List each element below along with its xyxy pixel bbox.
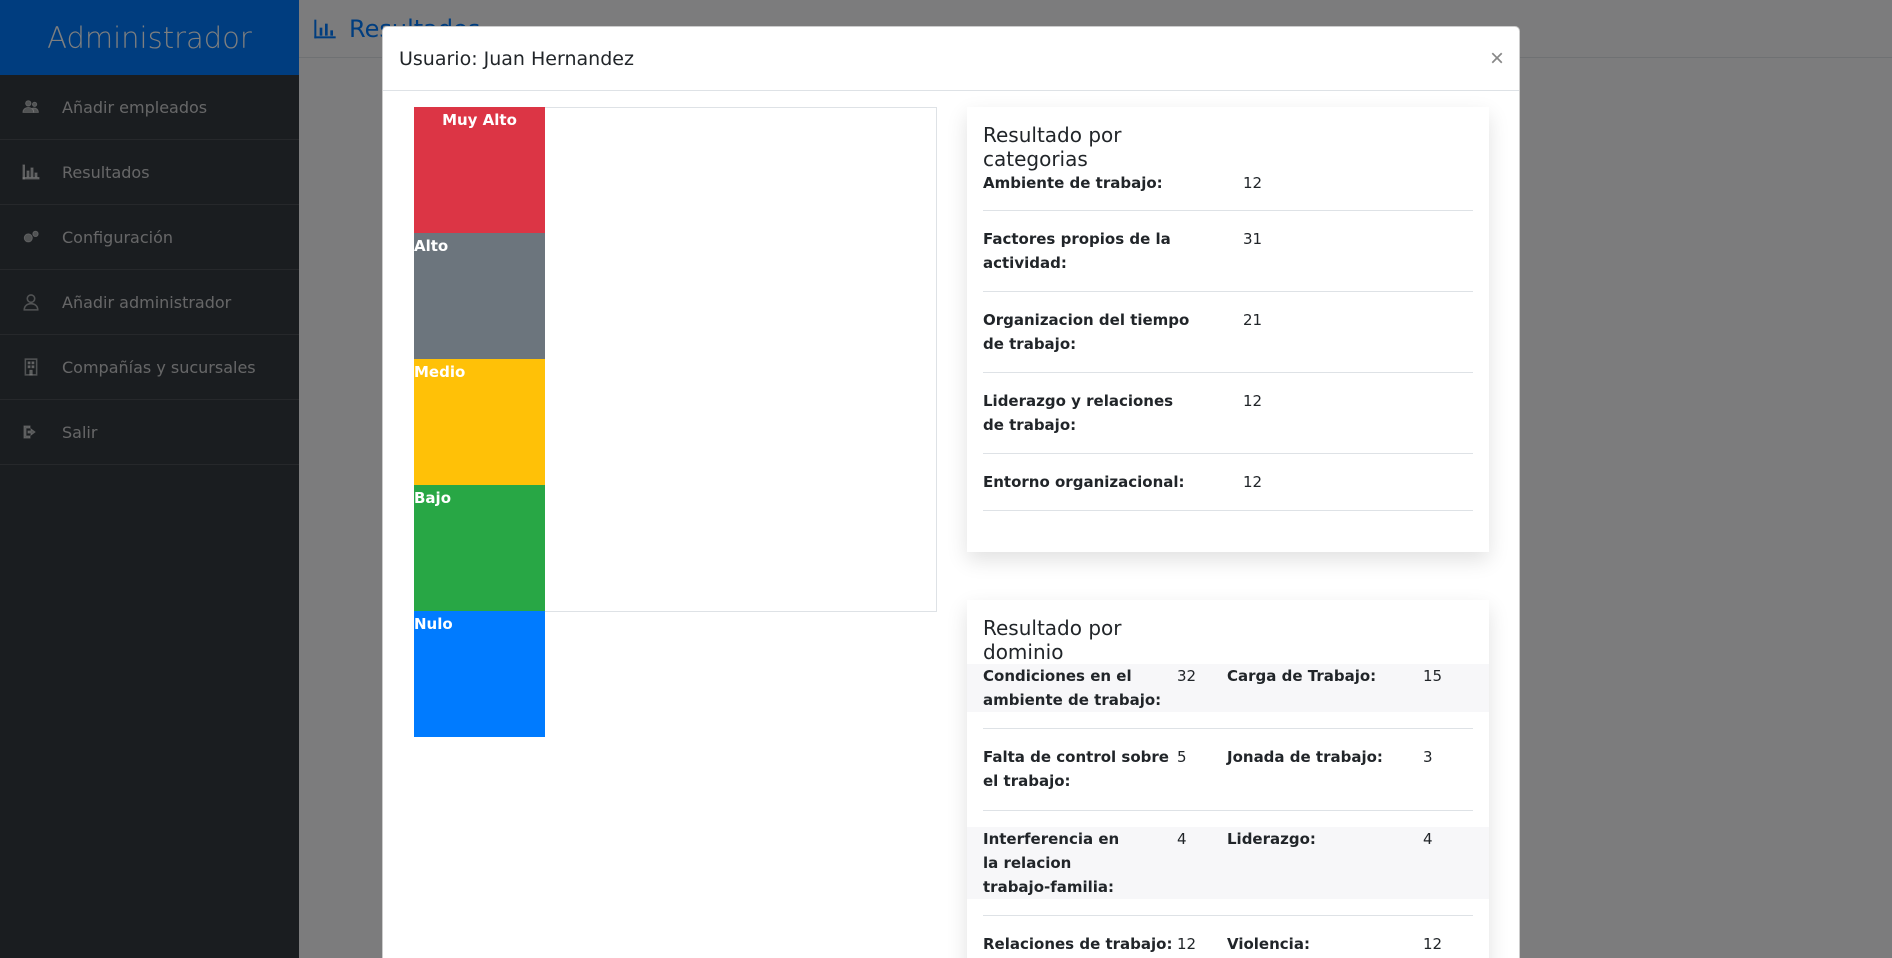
domain-label: Falta de control sobre el trabajo:: [983, 748, 1169, 790]
domain-value: 5: [1177, 748, 1187, 766]
level-label: Medio: [414, 363, 466, 381]
level-label: Nulo: [414, 615, 453, 633]
category-label: Organizacion del tiempo de trabajo:: [983, 311, 1190, 353]
level-muy-alto: Muy Alto: [414, 107, 545, 233]
domain-value: 12: [1423, 935, 1443, 953]
domain-label: Jonada de trabajo:: [1227, 748, 1383, 766]
domain-value: 4: [1423, 830, 1433, 848]
domain-label: Liderazgo:: [1227, 830, 1316, 848]
category-value: 31: [1243, 230, 1263, 248]
category-row: Entorno organizacional: 12: [983, 454, 1473, 511]
domain-value: 15: [1423, 667, 1443, 685]
domain-value: 12: [1177, 935, 1197, 953]
category-row: Factores propios de la actividad: 31: [983, 211, 1473, 292]
card-title: Resultado por categorias: [983, 123, 1122, 171]
category-value: 12: [1243, 174, 1263, 192]
domain-label: Relaciones de trabajo:: [983, 935, 1173, 953]
categories-card: Resultado por categorias Ambiente de tra…: [967, 107, 1489, 552]
user-results-modal: Usuario: Juan Hernandez × Muy Alto Alto …: [382, 26, 1520, 958]
level-nulo: Nulo: [414, 611, 545, 737]
category-label: Liderazgo y relaciones de trabajo:: [983, 392, 1174, 434]
category-row: Organizacion del tiempo de trabajo: 21: [983, 292, 1473, 373]
level-label: Muy Alto: [442, 111, 517, 129]
domain-value: 32: [1177, 667, 1197, 685]
domains-card: Resultado por dominio Condiciones en el …: [967, 600, 1489, 958]
domain-row: Falta de control sobre el trabajo: 5 Jon…: [967, 729, 1489, 810]
domain-row: Relaciones de trabajo: 12 Violencia: 12: [967, 916, 1489, 956]
category-label: Factores propios de la actividad:: [983, 230, 1171, 272]
domain-label: Interferencia en la relacion trabajo-fam…: [983, 830, 1120, 896]
category-value: 21: [1243, 311, 1263, 329]
category-label: Ambiente de trabajo:: [983, 174, 1163, 192]
domain-row: Interferencia en la relacion trabajo-fam…: [967, 827, 1489, 899]
level-alto: Alto: [414, 233, 545, 359]
domain-value: 4: [1177, 830, 1187, 848]
domain-row: Condiciones en el ambiente de trabajo: 3…: [967, 664, 1489, 712]
close-button[interactable]: ×: [1490, 46, 1504, 71]
modal-title: Usuario: Juan Hernandez: [399, 47, 634, 70]
domain-value: 3: [1423, 748, 1433, 766]
domain-label: Condiciones en el ambiente de trabajo:: [983, 667, 1162, 709]
category-value: 12: [1243, 392, 1263, 410]
level-label: Alto: [414, 237, 449, 255]
domain-label: Carga de Trabajo:: [1227, 667, 1377, 685]
level-bajo: Bajo: [414, 485, 545, 611]
category-row: Ambiente de trabajo: 12: [983, 171, 1473, 211]
level-label: Bajo: [414, 489, 452, 507]
category-label: Entorno organizacional:: [983, 473, 1185, 491]
category-row: Liderazgo y relaciones de trabajo: 12: [983, 373, 1473, 454]
domain-label: Violencia:: [1227, 935, 1310, 953]
card-title: Resultado por dominio: [983, 616, 1122, 664]
modal-header: Usuario: Juan Hernandez ×: [383, 27, 1519, 91]
level-medio: Medio: [414, 359, 545, 485]
category-value: 12: [1243, 473, 1263, 491]
